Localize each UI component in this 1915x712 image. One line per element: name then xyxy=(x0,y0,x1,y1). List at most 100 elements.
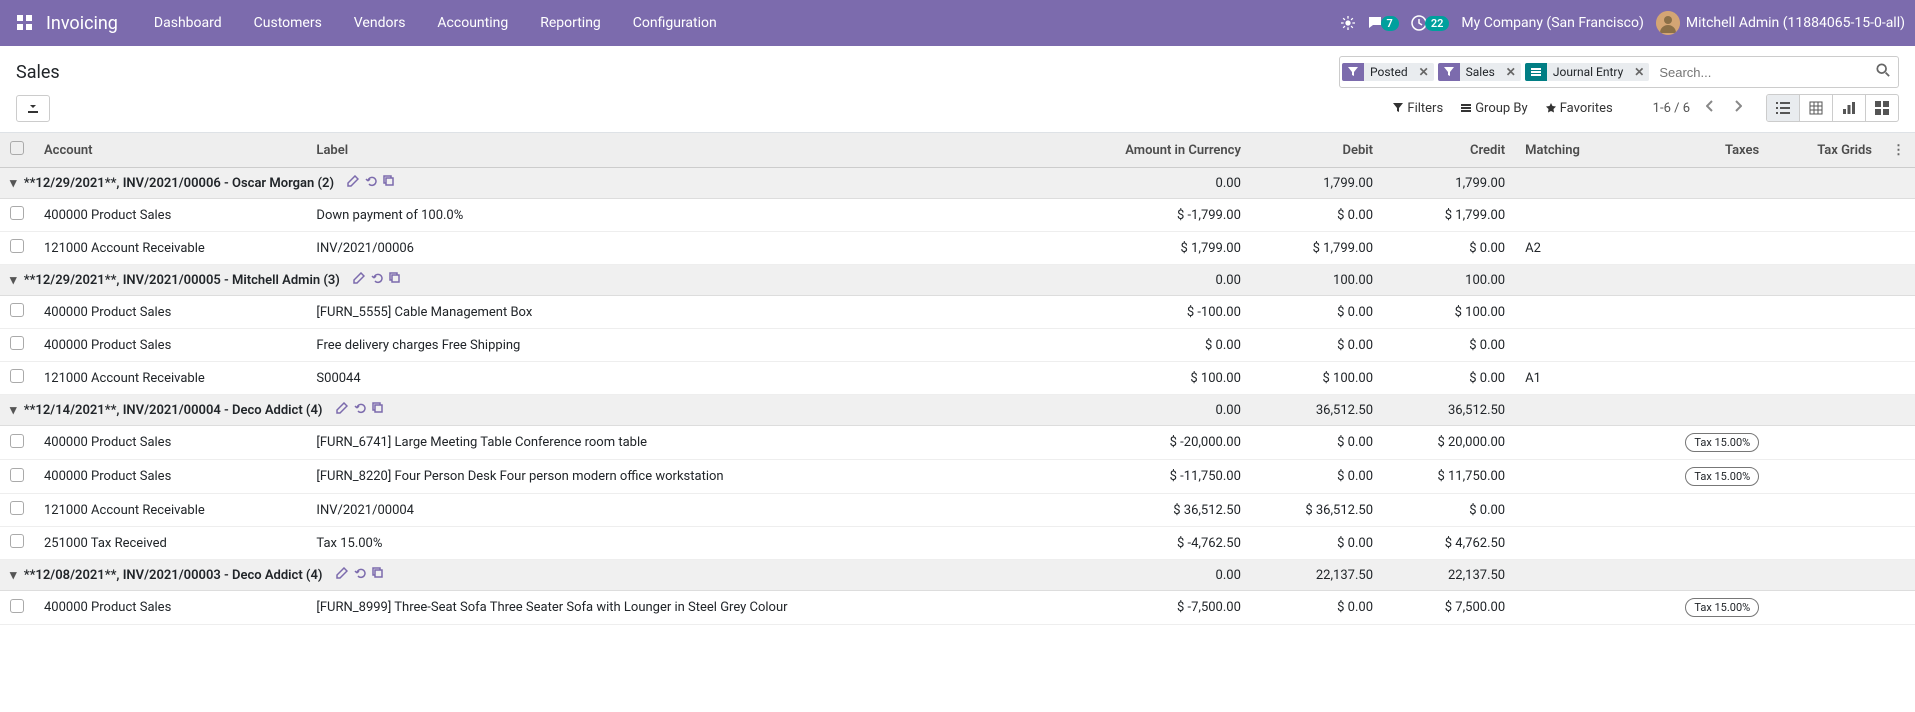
col-matching[interactable]: Matching xyxy=(1515,133,1628,168)
nav-customers[interactable]: Customers xyxy=(238,3,338,43)
caret-down-icon[interactable]: ▾ xyxy=(10,176,17,191)
copy-icon[interactable] xyxy=(372,402,384,418)
nav-right: 7 22 My Company (San Francisco) Mitchell… xyxy=(1341,11,1905,35)
nav-dashboard[interactable]: Dashboard xyxy=(138,3,238,43)
table-row[interactable]: 121000 Account Receivable INV/2021/00006… xyxy=(0,232,1915,265)
filter-icon xyxy=(1342,63,1364,81)
activity-icon[interactable]: 22 xyxy=(1411,15,1450,31)
filters-menu[interactable]: Filters xyxy=(1393,101,1443,116)
copy-icon[interactable] xyxy=(372,567,384,583)
row-checkbox[interactable] xyxy=(10,336,24,350)
cell-credit: $ 20,000.00 xyxy=(1383,426,1515,460)
options-icon[interactable]: ⋮ xyxy=(1892,143,1905,158)
col-label[interactable]: Label xyxy=(306,133,1046,168)
cell-account: 400000 Product Sales xyxy=(34,426,306,460)
table-row[interactable]: 121000 Account Receivable S00044 $ 100.0… xyxy=(0,362,1915,395)
brand[interactable]: Invoicing xyxy=(46,13,118,34)
col-account[interactable]: Account xyxy=(34,133,306,168)
copy-icon[interactable] xyxy=(383,175,395,191)
cell-debit: $ 36,512.50 xyxy=(1251,494,1383,527)
pager-prev[interactable] xyxy=(1702,98,1718,118)
col-amount-currency[interactable]: Amount in Currency xyxy=(1047,133,1251,168)
search-input[interactable] xyxy=(1651,61,1868,84)
activity-badge: 22 xyxy=(1425,16,1450,31)
row-checkbox[interactable] xyxy=(10,369,24,383)
cell-label: Free delivery charges Free Shipping xyxy=(306,329,1046,362)
view-table[interactable] xyxy=(1800,95,1833,121)
user-name: Mitchell Admin (11884065-15-0-all) xyxy=(1686,15,1905,31)
undo-icon[interactable] xyxy=(365,175,377,191)
undo-icon[interactable] xyxy=(371,272,383,288)
group-row[interactable]: ▾ **12/29/2021**, INV/2021/00005 - Mitch… xyxy=(0,265,1915,296)
apps-icon[interactable] xyxy=(10,8,40,38)
row-checkbox[interactable] xyxy=(10,239,24,253)
tax-badge: Tax 15.00% xyxy=(1685,598,1759,617)
group-credit: 36,512.50 xyxy=(1383,395,1515,426)
view-switcher xyxy=(1766,94,1899,122)
table-row[interactable]: 400000 Product Sales [FURN_6741] Large M… xyxy=(0,426,1915,460)
pager: 1-6 / 6 xyxy=(1653,98,1746,118)
row-checkbox[interactable] xyxy=(10,468,24,482)
nav-reporting[interactable]: Reporting xyxy=(524,3,617,43)
row-checkbox[interactable] xyxy=(10,434,24,448)
caret-down-icon[interactable]: ▾ xyxy=(10,568,17,583)
tax-badge: Tax 15.00% xyxy=(1685,433,1759,452)
facet-remove[interactable]: ✕ xyxy=(1414,65,1434,79)
facet-remove[interactable]: ✕ xyxy=(1501,65,1521,79)
col-tax-grids[interactable]: Tax Grids xyxy=(1769,133,1882,168)
export-button[interactable] xyxy=(16,95,50,122)
caret-down-icon[interactable]: ▾ xyxy=(10,273,17,288)
search-icon[interactable] xyxy=(1868,63,1898,81)
table-row[interactable]: 400000 Product Sales [FURN_8220] Four Pe… xyxy=(0,460,1915,494)
undo-icon[interactable] xyxy=(354,402,366,418)
group-title: **12/29/2021**, INV/2021/00005 - Mitchel… xyxy=(24,273,340,288)
caret-down-icon[interactable]: ▾ xyxy=(10,403,17,418)
chat-icon[interactable]: 7 xyxy=(1367,15,1399,31)
company-name[interactable]: My Company (San Francisco) xyxy=(1461,15,1643,31)
groupby-menu[interactable]: Group By xyxy=(1461,101,1528,116)
user-menu[interactable]: Mitchell Admin (11884065-15-0-all) xyxy=(1656,11,1905,35)
undo-icon[interactable] xyxy=(354,567,366,583)
edit-icon[interactable] xyxy=(347,175,359,191)
row-checkbox[interactable] xyxy=(10,534,24,548)
edit-icon[interactable] xyxy=(353,272,365,288)
col-credit[interactable]: Credit xyxy=(1383,133,1515,168)
pager-text[interactable]: 1-6 / 6 xyxy=(1653,101,1690,116)
group-row[interactable]: ▾ **12/08/2021**, INV/2021/00003 - Deco … xyxy=(0,560,1915,591)
table-row[interactable]: 400000 Product Sales [FURN_8999] Three-S… xyxy=(0,591,1915,625)
view-kanban[interactable] xyxy=(1866,95,1898,121)
facet-journal-entry: Journal Entry ✕ xyxy=(1525,63,1649,81)
edit-icon[interactable] xyxy=(336,402,348,418)
pager-next[interactable] xyxy=(1730,98,1746,118)
view-graph[interactable] xyxy=(1833,95,1866,121)
table-row[interactable]: 251000 Tax Received Tax 15.00% $ -4,762.… xyxy=(0,527,1915,560)
row-checkbox[interactable] xyxy=(10,303,24,317)
debug-icon[interactable] xyxy=(1341,16,1355,30)
nav-accounting[interactable]: Accounting xyxy=(421,3,524,43)
col-taxes[interactable]: Taxes xyxy=(1628,133,1769,168)
view-list[interactable] xyxy=(1767,95,1800,121)
edit-icon[interactable] xyxy=(336,567,348,583)
favorites-menu[interactable]: Favorites xyxy=(1546,101,1613,116)
table-row[interactable]: 400000 Product Sales [FURN_5555] Cable M… xyxy=(0,296,1915,329)
group-row[interactable]: ▾ **12/29/2021**, INV/2021/00006 - Oscar… xyxy=(0,168,1915,199)
cell-label: [FURN_8999] Three-Seat Sofa Three Seater… xyxy=(306,591,1046,625)
cell-tax-grids xyxy=(1769,362,1882,395)
select-all-checkbox[interactable] xyxy=(10,141,24,155)
table-row[interactable]: 121000 Account Receivable INV/2021/00004… xyxy=(0,494,1915,527)
cell-matching: A2 xyxy=(1515,232,1628,265)
cell-account: 400000 Product Sales xyxy=(34,460,306,494)
cell-matching xyxy=(1515,527,1628,560)
nav-vendors[interactable]: Vendors xyxy=(338,3,422,43)
nav-configuration[interactable]: Configuration xyxy=(617,3,733,43)
table-row[interactable]: 400000 Product Sales Down payment of 100… xyxy=(0,199,1915,232)
facet-remove[interactable]: ✕ xyxy=(1629,65,1649,79)
group-credit: 1,799.00 xyxy=(1383,168,1515,199)
row-checkbox[interactable] xyxy=(10,206,24,220)
col-debit[interactable]: Debit xyxy=(1251,133,1383,168)
row-checkbox[interactable] xyxy=(10,599,24,613)
group-row[interactable]: ▾ **12/14/2021**, INV/2021/00004 - Deco … xyxy=(0,395,1915,426)
table-row[interactable]: 400000 Product Sales Free delivery charg… xyxy=(0,329,1915,362)
row-checkbox[interactable] xyxy=(10,501,24,515)
copy-icon[interactable] xyxy=(389,272,401,288)
